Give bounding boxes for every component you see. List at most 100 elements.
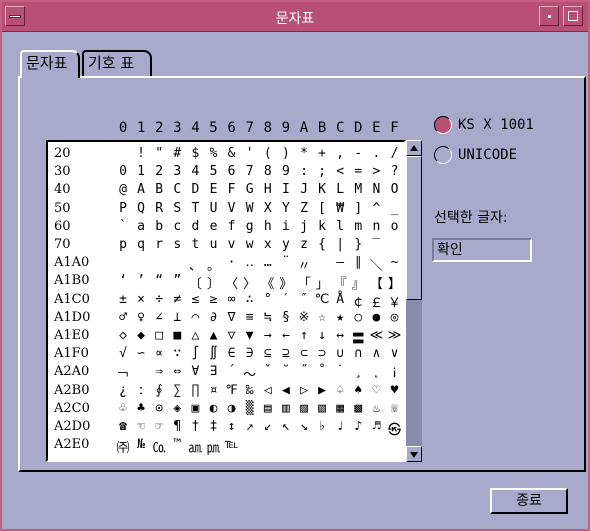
grid-cell[interactable]: ∽ (132, 346, 150, 361)
close-button[interactable]: 종료 (490, 488, 568, 514)
grid-cell[interactable]: ￢ (114, 364, 132, 383)
grid-cell[interactable]: 9 (277, 164, 295, 179)
grid-cell[interactable]: ▩ (349, 401, 367, 416)
grid-cell[interactable]: ◐ (205, 401, 223, 416)
grid-cell[interactable]: ▣ (186, 401, 204, 416)
grid-cell[interactable]: ˛ (367, 364, 385, 379)
grid-cell[interactable]: . (367, 146, 385, 161)
grid-cell[interactable]: c (168, 219, 186, 234)
grid-cell[interactable]: 0 (114, 164, 132, 179)
grid-cell[interactable]: 5 (205, 164, 223, 179)
grid-cell[interactable]: § (277, 310, 295, 325)
grid-cell[interactable]: ( (259, 146, 277, 161)
grid-cell[interactable]: > (367, 164, 385, 179)
grid-cell[interactable]: 8 (259, 164, 277, 179)
grid-cell[interactable]: b (150, 219, 168, 234)
grid-cell[interactable]: ¤ (205, 383, 223, 398)
grid-cell[interactable]: G (241, 182, 259, 197)
grid-cell[interactable]: ＼ (367, 255, 385, 274)
grid-cell[interactable]: ≫ (386, 328, 404, 343)
grid-cell[interactable]: ↓ (313, 328, 331, 343)
grid-cell[interactable]: % (205, 146, 223, 161)
grid-cell[interactable]: ∇ (223, 310, 241, 325)
character-grid[interactable]: 20! " # $% & '() * +, -./ 30 0 1 2 3 4 5 6 7 8 9:; < = >? 40 @ A B… (46, 140, 406, 462)
scroll-up-arrow-icon[interactable] (406, 140, 422, 156)
grid-cell[interactable]: N (367, 182, 385, 197)
grid-cell[interactable]: ㏂ (186, 437, 204, 456)
grid-cell[interactable]: ! (132, 146, 150, 161)
grid-cell[interactable]: # (168, 146, 186, 161)
grid-cell[interactable]: ♀ (132, 310, 150, 325)
grid-cell[interactable]: ⌒ (186, 310, 204, 325)
grid-cell[interactable]: ∴ (241, 292, 259, 307)
grid-cell[interactable]: ∀ (186, 364, 204, 379)
grid-cell[interactable]: V (223, 201, 241, 216)
grid-cell[interactable]: | (331, 237, 349, 252)
grid-cell[interactable]: ☏ (386, 401, 404, 416)
grid-cell[interactable]: s (168, 237, 186, 252)
grid-cell[interactable]: 6 (223, 164, 241, 179)
grid-cell[interactable]: ¿ (114, 383, 132, 398)
grid-cell[interactable]: ∏ (186, 383, 204, 398)
grid-cell[interactable]: ㏘ (205, 437, 223, 456)
grid-cell[interactable]: E (205, 182, 223, 197)
grid-cell[interactable]: & (223, 146, 241, 161)
grid-cell[interactable]: ∮ (150, 383, 168, 398)
grid-cell[interactable]: 【 (367, 273, 385, 292)
grid-cell[interactable]: ㈜ (114, 437, 132, 456)
scroll-down-arrow-icon[interactable] (406, 446, 422, 462)
grid-cell[interactable]: ː (132, 383, 150, 398)
grid-cell[interactable]: ∈ (223, 346, 241, 361)
grid-cell[interactable]: { (313, 237, 331, 252)
grid-cell[interactable]: n (367, 219, 385, 234)
grid-cell[interactable]: ∂ (205, 310, 223, 325)
grid-cell[interactable]: · (223, 255, 241, 270)
grid-cell[interactable]: ′ (277, 292, 295, 307)
grid-cell[interactable]: e (205, 219, 223, 234)
grid-cell[interactable]: ≥ (205, 292, 223, 307)
grid-cell[interactable]: ° (259, 292, 277, 307)
grid-cell[interactable]: a (132, 219, 150, 234)
grid-cell[interactable]: ⊂ (295, 346, 313, 361)
grid-cell[interactable]: ▤ (259, 401, 277, 416)
grid-cell[interactable]: ` (114, 219, 132, 234)
grid-cell[interactable]: ★ (331, 310, 349, 325)
grid-cell[interactable]: ♣ (132, 401, 150, 416)
grid-cell[interactable]: O (386, 182, 404, 197)
grid-cell[interactable]: ☆ (313, 310, 331, 325)
grid-cell[interactable]: ‰ (241, 383, 259, 398)
grid-cell[interactable]: : (295, 164, 313, 179)
grid-cell[interactable]: Z (295, 201, 313, 216)
grid-cell[interactable]: ⊇ (277, 346, 295, 361)
grid-cell[interactable]: ℉ (223, 383, 241, 398)
grid-cell[interactable]: ] (349, 201, 367, 216)
grid-cell[interactable]: ∋ (241, 346, 259, 361)
grid-cell[interactable]: C (168, 182, 186, 197)
grid-cell[interactable]: 〈 (223, 273, 241, 292)
grid-cell[interactable]: × (132, 292, 150, 307)
grid-cell[interactable]: X (259, 201, 277, 216)
grid-cell[interactable]: 》 (277, 273, 295, 292)
tab-character-map[interactable]: 문자표 (20, 50, 80, 78)
grid-cell[interactable]: ⊆ (259, 346, 277, 361)
grid-cell[interactable]: 〓 (349, 328, 367, 347)
grid-cell[interactable]: ↑ (295, 328, 313, 343)
grid-cell[interactable]: R (150, 201, 168, 216)
grid-cell[interactable]: ± (114, 292, 132, 307)
grid-cell[interactable]: 「 (295, 273, 313, 292)
grid-cell[interactable]: ▨ (295, 401, 313, 416)
grid-cell[interactable]: ¸ (349, 364, 367, 379)
grid-cell[interactable]: ÷ (150, 292, 168, 307)
grid-cell[interactable]: ≪ (367, 328, 385, 343)
grid-cell[interactable]: F (223, 182, 241, 197)
grid-cell[interactable]: m (349, 219, 367, 234)
grid-cell[interactable]: ▶ (313, 383, 331, 398)
grid-cell[interactable]: J (295, 182, 313, 197)
grid-cell[interactable]: ’ (132, 273, 150, 288)
maximize-button[interactable] (563, 6, 583, 26)
grid-cell[interactable]: B (150, 182, 168, 197)
grid-cell[interactable]: ˝ (295, 364, 313, 379)
grid-cell[interactable]: ↘ (295, 419, 313, 434)
grid-cell[interactable]: ☜ (132, 419, 150, 434)
grid-cell[interactable]: 7 (241, 164, 259, 179)
